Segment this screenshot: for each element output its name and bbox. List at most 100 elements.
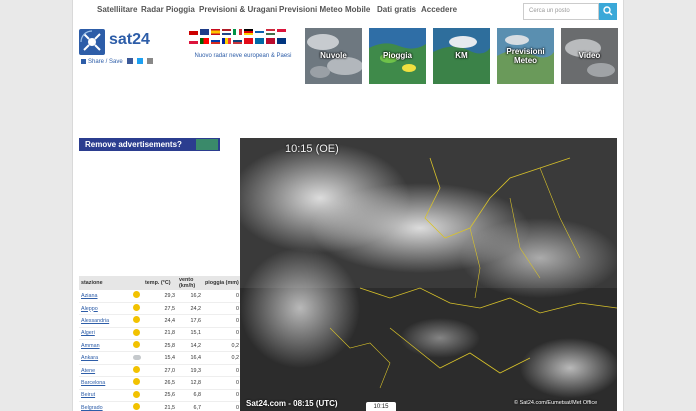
wind-value: 16,4 xyxy=(177,351,203,365)
flag-icon[interactable] xyxy=(244,38,253,44)
flag-icon[interactable] xyxy=(255,38,264,44)
station-link[interactable]: Belgrado xyxy=(79,401,131,411)
new-radar-link[interactable]: Nuovo radar neve european & Paesi xyxy=(193,52,293,61)
satellite-image xyxy=(240,138,617,411)
wind-value: 17,6 xyxy=(177,314,203,328)
time-slider-tab[interactable]: 10:15 xyxy=(366,402,396,411)
search-button[interactable] xyxy=(599,3,617,20)
table-row: Belgrado 21,5 6,7 0 xyxy=(79,401,241,411)
remove-ads-label: Remove advertisements? xyxy=(85,140,182,149)
thumb-label: Previsioni Meteo xyxy=(506,47,545,65)
temp-value: 27,5 xyxy=(143,302,177,316)
flag-icon[interactable] xyxy=(200,38,209,44)
temp-value: 21,5 xyxy=(143,401,177,411)
site-logo[interactable]: sat24 xyxy=(79,29,159,56)
rain-value: 0 xyxy=(203,401,241,411)
cloud-icon xyxy=(131,351,143,365)
thumb-km[interactable]: KM xyxy=(433,28,490,84)
remove-ads-button[interactable]: Remove advertisements? xyxy=(79,138,220,151)
sun-icon xyxy=(133,403,140,411)
thumb-label: Pioggia xyxy=(383,51,412,60)
more-share-icon[interactable] xyxy=(146,58,153,64)
flag-icon[interactable] xyxy=(277,38,286,44)
flag-icon[interactable] xyxy=(233,29,242,35)
wind-value: 14,2 xyxy=(177,339,203,353)
rain-value: 0 xyxy=(203,389,241,403)
station-link[interactable]: Atene xyxy=(79,364,131,378)
nav-radar[interactable]: Radar Pioggia xyxy=(141,5,195,14)
station-link[interactable]: Aziana xyxy=(79,290,131,303)
thumb-label: Video xyxy=(578,51,601,60)
top-nav: Satelliitare Radar Pioggia Previsioni & … xyxy=(73,0,623,20)
nav-forecast-hurricanes[interactable]: Previsioni & Uragani xyxy=(199,5,277,14)
temp-value: 21,8 xyxy=(143,327,177,341)
thumb-rain[interactable]: Pioggia xyxy=(369,28,426,84)
search-input[interactable]: Cerca un posto xyxy=(523,3,599,20)
flag-icon[interactable] xyxy=(255,29,264,35)
table-header: stazione temp. (°C) vento (km/h) pioggia… xyxy=(79,276,241,290)
wind-value: 16,2 xyxy=(177,290,203,303)
col-rain: pioggia (mm) xyxy=(203,276,241,290)
cloud-icon xyxy=(133,354,141,360)
flag-icon[interactable] xyxy=(222,38,231,44)
search-icon xyxy=(603,6,613,16)
flag-icon[interactable] xyxy=(211,29,220,35)
rain-value: 0,2 xyxy=(203,339,241,353)
weather-table: stazione temp. (°C) vento (km/h) pioggia… xyxy=(79,276,241,411)
flag-icon[interactable] xyxy=(189,38,198,44)
share-icon xyxy=(81,59,86,64)
rain-value: 0 xyxy=(203,314,241,328)
flag-icon[interactable] xyxy=(244,29,253,35)
station-link[interactable]: Alessandria xyxy=(79,314,131,328)
nav-free-data[interactable]: Dati gratis xyxy=(377,5,416,14)
facebook-icon[interactable] xyxy=(127,58,134,64)
wind-value: 6,8 xyxy=(177,389,203,403)
table-row: Ankara 15,4 16,4 0,2 xyxy=(79,351,241,365)
nav-satellite[interactable]: Satelliitare xyxy=(97,5,137,14)
nav-weather-forecast[interactable]: Previsioni Meteo xyxy=(279,5,343,14)
thumb-video[interactable]: Video xyxy=(561,28,618,84)
sun-icon xyxy=(131,401,143,411)
thumb-label: KM xyxy=(455,51,468,60)
satellite-map[interactable]: 10:15 (OE) Sat24.com - 08:15 (UTC) © Sat… xyxy=(240,138,617,411)
page-container: Satelliitare Radar Pioggia Previsioni & … xyxy=(72,0,624,411)
twitter-icon[interactable] xyxy=(137,58,144,64)
thumb-forecast[interactable]: Previsioni Meteo xyxy=(497,28,554,84)
flag-icon[interactable] xyxy=(222,29,231,35)
map-time-label: 10:15 (OE) xyxy=(285,143,339,155)
wind-value: 15,1 xyxy=(177,327,203,341)
sun-icon xyxy=(133,328,140,336)
share-bar[interactable]: Share / Save xyxy=(81,58,153,65)
thumb-label: Nuvole xyxy=(320,51,347,60)
thumb-clouds[interactable]: Nuvole xyxy=(305,28,362,84)
flag-icon[interactable] xyxy=(211,38,220,44)
flag-icon[interactable] xyxy=(266,29,275,35)
flag-icon[interactable] xyxy=(189,29,198,35)
sun-icon xyxy=(131,302,143,316)
map-credit: © Sat24.com/Eumetsat/Met Office xyxy=(514,400,598,406)
flag-icon[interactable] xyxy=(233,38,242,44)
sun-icon xyxy=(131,376,143,390)
flag-icon[interactable] xyxy=(200,29,209,35)
station-link[interactable]: Ankara xyxy=(79,351,131,365)
station-link[interactable]: Algeri xyxy=(79,327,131,341)
weather-rows: Aziana 29,3 16,2 0 Aleppo 27,5 24,2 0 Alessandri… xyxy=(79,290,241,411)
flag-icon[interactable] xyxy=(266,38,275,44)
rain-value: 0,2 xyxy=(203,351,241,365)
rain-value: 0 xyxy=(203,327,241,341)
station-link[interactable]: Amman xyxy=(79,339,131,353)
station-link[interactable]: Beirut xyxy=(79,389,131,403)
nav-login[interactable]: Accedere xyxy=(421,5,457,14)
station-link[interactable]: Barcelona xyxy=(79,376,131,390)
sun-icon xyxy=(133,378,140,386)
sun-icon xyxy=(133,304,140,312)
temp-value: 26,5 xyxy=(143,376,177,390)
nav-mobile[interactable]: Mobile xyxy=(345,5,370,14)
flag-icon[interactable] xyxy=(277,29,286,35)
temp-value: 25,8 xyxy=(143,339,177,353)
station-link[interactable]: Aleppo xyxy=(79,302,131,316)
sun-icon xyxy=(131,314,143,328)
sun-icon xyxy=(133,366,140,374)
sun-icon xyxy=(133,316,140,324)
logo-text: sat24 xyxy=(109,31,150,48)
